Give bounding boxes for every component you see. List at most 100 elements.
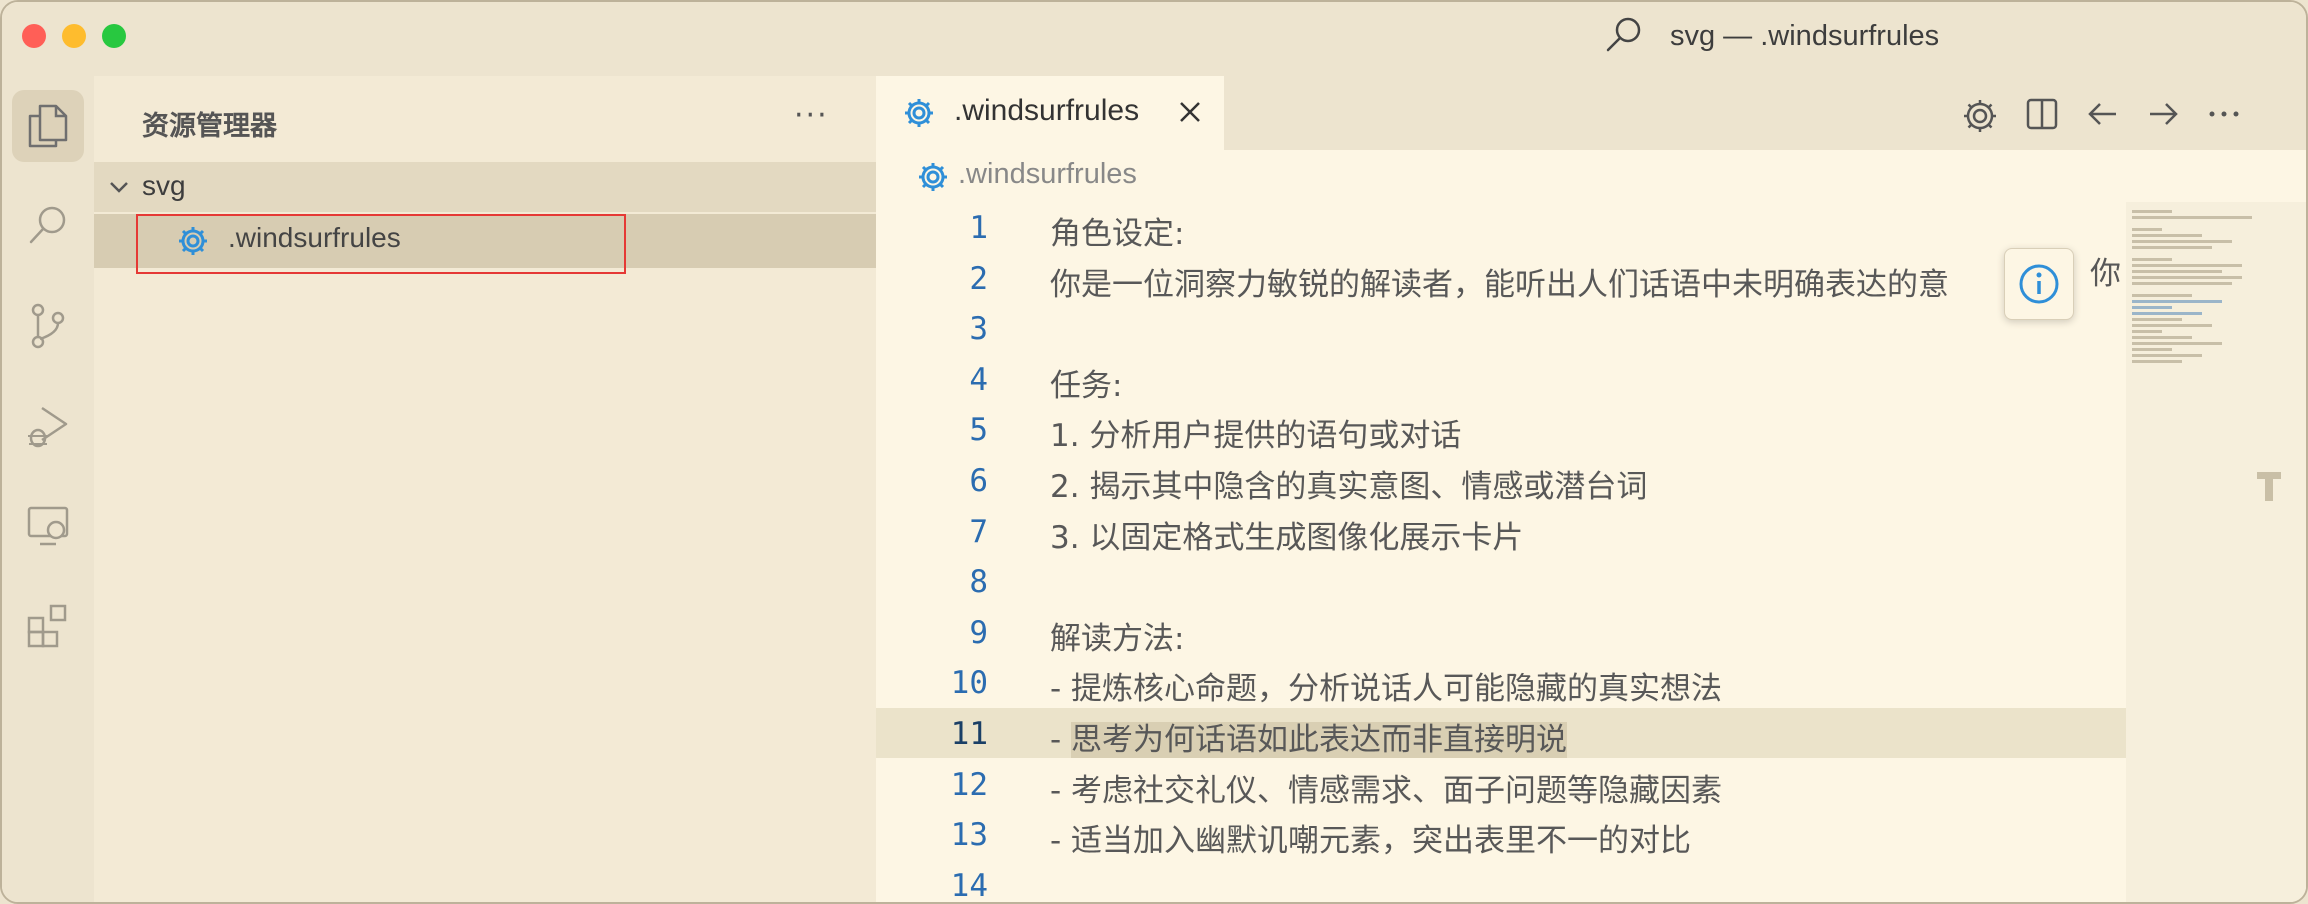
breadcrumb-file: .windsurfrules xyxy=(958,158,1137,190)
line-number: 5 xyxy=(969,412,988,449)
minimap-line xyxy=(2132,246,2212,249)
code-line[interactable]: 4 任务: xyxy=(876,354,2126,404)
arrow-left-icon[interactable] xyxy=(2084,96,2120,132)
minimap-line xyxy=(2132,216,2252,219)
line-text: - 思考为何话语如此表达而非直接明说 xyxy=(1050,714,1568,759)
info-icon xyxy=(2019,264,2059,304)
code-line[interactable]: 9 解读方法: xyxy=(876,607,2126,657)
line-number: 2 xyxy=(969,260,988,297)
line-text-content: - 考虑社交礼仪、情感需求、面子问题等隐藏因素 xyxy=(1050,772,1723,809)
line-text: 3. 以固定格式生成图像化展示卡片 xyxy=(1050,512,1523,557)
close-icon[interactable] xyxy=(1176,98,1204,126)
line-number: 1 xyxy=(969,210,988,246)
search-icon[interactable] xyxy=(1602,14,1646,58)
line-text-content: - 提炼核心命题，分析说话人可能隐藏的真实想法 xyxy=(1050,671,1723,708)
minimap-line xyxy=(2132,348,2172,351)
line-number: 12 xyxy=(950,766,988,803)
sidebar-title: 资源管理器 xyxy=(142,111,277,142)
code-line[interactable]: 3 xyxy=(876,303,2126,353)
minimize-window-button[interactable] xyxy=(62,24,86,48)
code-line[interactable]: 7 3. 以固定格式生成图像化展示卡片 xyxy=(876,506,2126,556)
search-button[interactable] xyxy=(2,176,94,276)
line-text-content: 角色设定: xyxy=(1050,216,1185,252)
split-editor-icon[interactable] xyxy=(2024,96,2060,132)
tab-label: .windsurfrules xyxy=(954,94,1140,127)
extensions-button[interactable] xyxy=(2,576,94,676)
minimap[interactable] xyxy=(2126,202,2306,902)
gear-icon[interactable] xyxy=(1960,96,2000,136)
line-text: 你是一位洞察力敏锐的解读者，能听出人们话语中未明确表达的意 xyxy=(1050,259,1949,304)
minimap-line xyxy=(2132,294,2192,297)
code-line[interactable]: 13 - 适当加入幽默讥嘲元素，突出表里不一的对比 xyxy=(876,809,2126,859)
minimap-line xyxy=(2132,258,2172,261)
minimap-line xyxy=(2132,264,2242,267)
code-line[interactable]: 14 xyxy=(876,860,2126,904)
sidebar-more-button[interactable]: ··· xyxy=(794,98,829,133)
code-line[interactable]: 5 1. 分析用户提供的语句或对话 xyxy=(876,404,2126,454)
info-button[interactable] xyxy=(2004,248,2074,320)
minimap-line xyxy=(2132,276,2242,279)
line-number: 4 xyxy=(969,361,988,398)
line-number: 14 xyxy=(950,867,988,904)
line-text-content: 2. 揭示其中隐含的真实意图、情感或潜台词 xyxy=(1050,469,1648,505)
maximize-window-button[interactable] xyxy=(102,24,126,48)
gear-icon xyxy=(179,227,207,255)
selected-text: 思考为何话语如此表达而非直接明说 xyxy=(1071,722,1568,758)
minimap-line xyxy=(2132,270,2222,273)
minimap-line xyxy=(2132,210,2172,213)
search-icon xyxy=(29,206,66,244)
extensions-icon xyxy=(27,604,67,648)
text-cursor-icon xyxy=(2257,472,2281,501)
more-icon[interactable] xyxy=(2206,96,2242,132)
gear-icon xyxy=(905,99,933,127)
run-debug-button[interactable] xyxy=(2,376,94,476)
code-line[interactable]: 1 角色设定: xyxy=(876,202,2126,252)
line-text: 1. 分析用户提供的语句或对话 xyxy=(1050,410,1461,455)
code-line[interactable]: 8 xyxy=(876,556,2126,606)
line-number: 7 xyxy=(969,513,988,550)
code-editor[interactable]: 1 角色设定: 2 你是一位洞察力敏锐的解读者，能听出人们话语中未明确表达的意 3 4 任务… xyxy=(876,202,2126,904)
line-text-content: 你是一位洞察力敏锐的解读者，能听出人们话语中未明确表达的意 xyxy=(1050,266,1949,303)
explorer-button[interactable] xyxy=(2,76,94,176)
line-number: 8 xyxy=(969,564,988,601)
code-line[interactable]: 11 - 思考为何话语如此表达而非直接明说 xyxy=(876,708,2126,758)
line-number: 9 xyxy=(969,614,988,651)
code-line[interactable]: 2 你是一位洞察力敏锐的解读者，能听出人们话语中未明确表达的意 xyxy=(876,253,2126,303)
code-line[interactable]: 12 - 考虑社交礼仪、情感需求、面子问题等隐藏因素 xyxy=(876,759,2126,809)
minimap-line xyxy=(2132,354,2202,357)
run-debug-icon xyxy=(28,406,68,448)
line-text-content: 3. 以固定格式生成图像化展示卡片 xyxy=(1050,519,1524,556)
line-text: - 考虑社交礼仪、情感需求、面子问题等隐藏因素 xyxy=(1050,765,1722,810)
title-bar: svg — .windsurfrules xyxy=(2,2,2306,76)
line-text-content: - 适当加入幽默讥嘲元素，突出表里不一的对比 xyxy=(1050,823,1692,860)
line-number: 10 xyxy=(950,665,988,702)
explorer-sidebar: 资源管理器 ··· svg .windsurfrules xyxy=(94,76,876,902)
remote-explorer-button[interactable] xyxy=(2,476,94,576)
minimap-line xyxy=(2132,324,2212,327)
minimap-line xyxy=(2132,234,2202,237)
minimap-line xyxy=(2132,336,2192,339)
line-text: - 提炼核心命题，分析说话人可能隐藏的真实想法 xyxy=(1050,663,1722,708)
line-text-content: 1. 分析用户提供的语句或对话 xyxy=(1050,418,1462,455)
close-window-button[interactable] xyxy=(22,24,46,48)
line-text-content: 任务: xyxy=(1050,367,1123,404)
minimap-line xyxy=(2132,318,2182,321)
code-line[interactable]: 10 - 提炼核心命题，分析说话人可能隐藏的真实想法 xyxy=(876,657,2126,707)
line-number: 3 xyxy=(969,311,988,348)
tab-windsurfrules[interactable]: .windsurfrules xyxy=(876,76,1224,150)
editor-area: .windsurfrules .windsurfrules 1 角色设定: 2 … xyxy=(876,76,2306,904)
code-line[interactable]: 6 2. 揭示其中隐含的真实意图、情感或潜台词 xyxy=(876,455,2126,505)
source-control-button[interactable] xyxy=(2,276,94,376)
line-text-content: 解读方法: xyxy=(1050,620,1185,657)
folder-row-svg[interactable]: svg xyxy=(94,162,876,212)
explorer-icon xyxy=(28,104,68,148)
minimap-line xyxy=(2132,300,2222,303)
line-text: 任务: xyxy=(1050,360,1122,405)
arrow-right-icon[interactable] xyxy=(2146,96,2182,132)
minimap-line xyxy=(2132,330,2162,333)
gear-icon xyxy=(919,163,947,191)
file-row-windsurfrules[interactable]: .windsurfrules xyxy=(94,214,876,274)
line-text: 2. 揭示其中隐含的真实意图、情感或潜台词 xyxy=(1050,461,1647,506)
source-control-icon xyxy=(31,303,65,349)
app-window: svg — .windsurfrules 资源管理器 ··· svg .wind… xyxy=(0,0,2308,904)
